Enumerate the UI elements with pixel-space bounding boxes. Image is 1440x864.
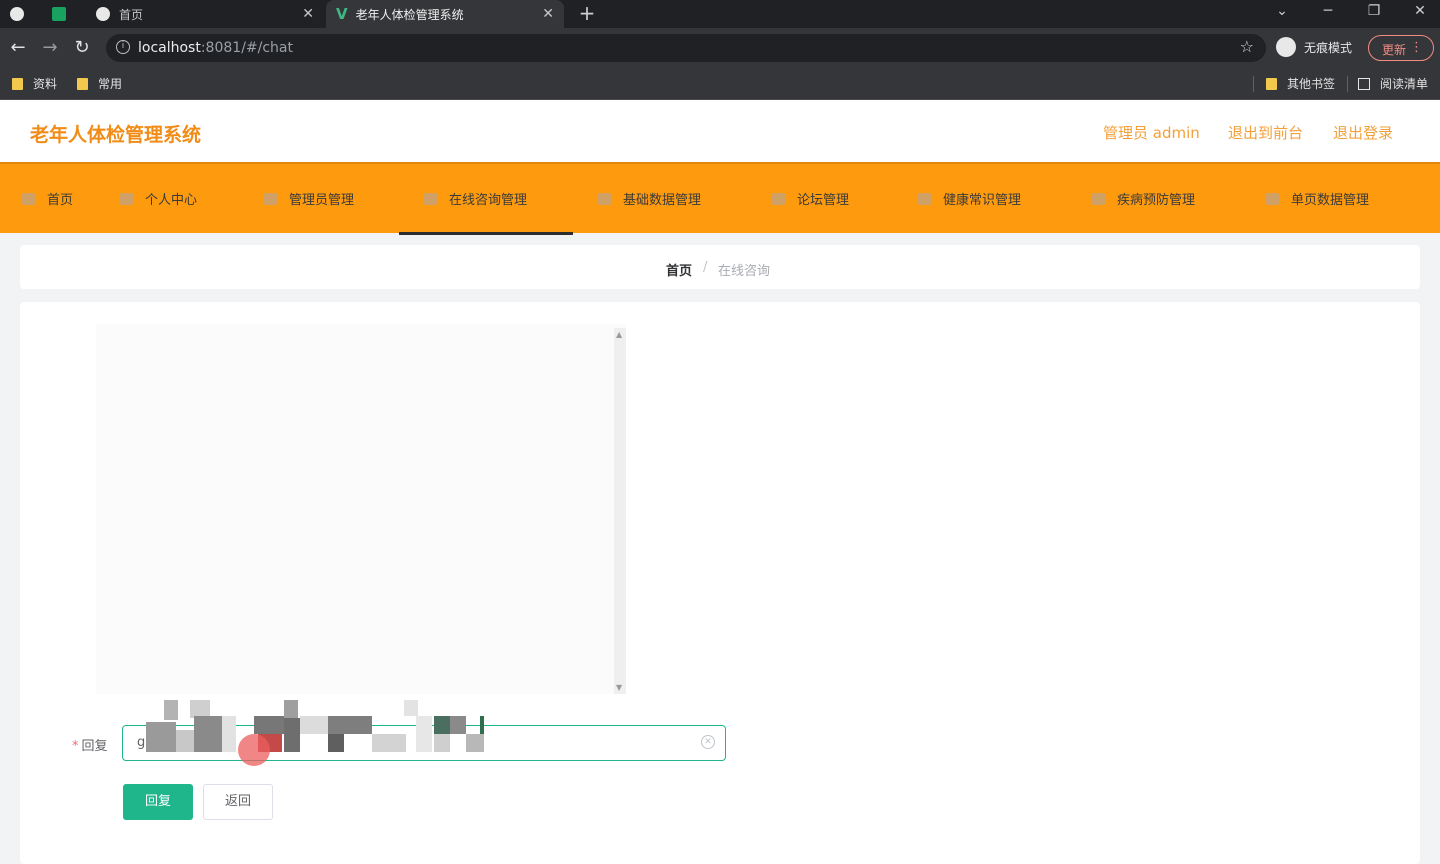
sheet-app-icon bbox=[52, 7, 66, 21]
chat-scrollbar[interactable]: ▲ ▼ bbox=[614, 328, 626, 694]
browser-menu-icon[interactable] bbox=[10, 0, 40, 28]
incognito-indicator[interactable]: 无痕模式 bbox=[1276, 37, 1352, 57]
bookmark-label: 资料 bbox=[33, 77, 58, 91]
menu-label: 管理员管理 bbox=[289, 193, 355, 208]
forward-arrow-icon[interactable]: → bbox=[40, 37, 60, 59]
url-text: localhost:8081/#/chat bbox=[138, 40, 293, 56]
ime-candidate-popup bbox=[146, 700, 484, 752]
menu-item-health-tips[interactable]: 健康常识管理 bbox=[918, 164, 1021, 233]
logout-link[interactable]: 退出登录 bbox=[1333, 122, 1393, 143]
reload-icon[interactable]: ↻ bbox=[72, 37, 92, 59]
bookmark-divider bbox=[1347, 76, 1348, 92]
tab-active[interactable]: V 老年人体检管理系统 ✕ bbox=[326, 0, 564, 28]
tab-search-icon[interactable]: ⌄ bbox=[1271, 3, 1293, 19]
bookmark-divider bbox=[1253, 76, 1254, 92]
bar-chart-icon bbox=[424, 192, 437, 205]
required-mark: * bbox=[72, 739, 79, 754]
incognito-icon bbox=[1276, 37, 1296, 57]
chat-message-area[interactable] bbox=[96, 324, 626, 694]
app-title: 老年人体检管理系统 bbox=[30, 124, 202, 146]
incognito-label: 无痕模式 bbox=[1304, 40, 1353, 55]
forum-icon bbox=[772, 192, 785, 205]
bookmarks-bar: 资料 常用 其他书签 阅读清单 bbox=[0, 68, 1440, 100]
menu-item-base-data[interactable]: 基础数据管理 bbox=[598, 164, 701, 233]
home-icon bbox=[22, 192, 35, 205]
reply-label-text: 回复 bbox=[81, 739, 108, 754]
scroll-down-arrow-icon[interactable]: ▼ bbox=[616, 683, 622, 692]
globe-icon bbox=[10, 7, 24, 21]
browser-tab-bar: 首页 ✕ V 老年人体检管理系统 ✕ + ⌄ ─ ❐ ✕ bbox=[0, 0, 1440, 28]
more-menu-icon[interactable]: ⋮ bbox=[1410, 40, 1423, 55]
mouse-cursor-indicator bbox=[238, 734, 270, 766]
breadcrumb-home[interactable]: 首页 bbox=[666, 260, 692, 279]
menu-label: 在线咨询管理 bbox=[449, 193, 528, 208]
breadcrumb: 首页 / 在线咨询 bbox=[20, 245, 1420, 289]
folder-icon bbox=[12, 77, 23, 90]
shield-icon bbox=[1092, 192, 1105, 205]
bookmark-folder[interactable]: 资料 bbox=[12, 75, 57, 92]
menu-item-page-data[interactable]: 单页数据管理 bbox=[1266, 164, 1369, 233]
main-nav-menu: 首页 个人中心 管理员管理 在线咨询管理 基础数据管理 论坛管理 健康常识管理 … bbox=[0, 162, 1440, 235]
bookmark-star-icon[interactable]: ☆ bbox=[1240, 37, 1254, 56]
menu-item-home[interactable]: 首页 bbox=[22, 164, 73, 233]
info-icon[interactable]: i bbox=[116, 40, 130, 54]
admin-user-link[interactable]: 管理员 admin bbox=[1103, 122, 1200, 143]
scroll-up-arrow-icon[interactable]: ▲ bbox=[616, 330, 622, 339]
pinned-tab[interactable] bbox=[52, 0, 80, 28]
new-tab-button[interactable]: + bbox=[576, 1, 598, 25]
menu-label: 单页数据管理 bbox=[1291, 193, 1370, 208]
close-icon[interactable]: ✕ bbox=[302, 6, 314, 22]
bookmark-folder[interactable]: 常用 bbox=[77, 75, 122, 92]
admin-icon bbox=[264, 192, 277, 205]
menu-label: 个人中心 bbox=[145, 193, 198, 208]
vue-logo-icon: V bbox=[336, 5, 348, 23]
menu-item-personal-center[interactable]: 个人中心 bbox=[120, 164, 197, 233]
folder-icon bbox=[77, 77, 88, 90]
menu-item-admin[interactable]: 管理员管理 bbox=[264, 164, 354, 233]
tab-home[interactable]: 首页 ✕ bbox=[84, 0, 324, 28]
exit-to-frontend-link[interactable]: 退出到前台 bbox=[1228, 122, 1303, 143]
user-icon bbox=[120, 192, 133, 205]
menu-label: 论坛管理 bbox=[797, 193, 850, 208]
back-button[interactable]: 返回 bbox=[203, 784, 273, 820]
chat-panel: ▲ ▼ *回复 ✕ 回复 返回 bbox=[20, 302, 1420, 864]
globe-icon bbox=[96, 7, 110, 21]
menu-item-consult[interactable]: 在线咨询管理 bbox=[399, 164, 573, 235]
bookmark-label: 其他书签 bbox=[1287, 77, 1336, 91]
tab-label: 首页 bbox=[119, 7, 144, 22]
close-icon[interactable]: ✕ bbox=[542, 6, 554, 22]
address-bar[interactable]: i localhost:8081/#/chat ☆ bbox=[106, 34, 1266, 62]
chat-icon bbox=[598, 192, 611, 205]
clear-input-icon[interactable]: ✕ bbox=[701, 735, 715, 749]
breadcrumb-current: 在线咨询 bbox=[718, 264, 771, 279]
back-arrow-icon[interactable]: ← bbox=[8, 37, 28, 59]
health-icon bbox=[918, 192, 931, 205]
update-button[interactable]: 更新 ⋮ bbox=[1368, 35, 1434, 61]
menu-label: 健康常识管理 bbox=[943, 193, 1022, 208]
window-close-button[interactable]: ✕ bbox=[1409, 3, 1431, 19]
menu-item-forum[interactable]: 论坛管理 bbox=[772, 164, 849, 233]
reply-field-label: * 回复 bbox=[72, 735, 108, 754]
menu-label: 疾病预防管理 bbox=[1117, 193, 1196, 208]
document-icon bbox=[1266, 192, 1279, 205]
update-label: 更新 bbox=[1382, 43, 1407, 57]
reading-list-icon bbox=[1358, 77, 1370, 90]
menu-item-disease-prevention[interactable]: 疾病预防管理 bbox=[1092, 164, 1195, 233]
restore-button[interactable]: ❐ bbox=[1363, 3, 1385, 19]
folder-icon bbox=[1266, 77, 1277, 90]
app-header: 老年人体检管理系统 管理员 admin 退出到前台 退出登录 bbox=[0, 100, 1440, 162]
bookmark-label: 常用 bbox=[98, 77, 123, 91]
menu-label: 基础数据管理 bbox=[623, 193, 702, 208]
minimize-button[interactable]: ─ bbox=[1317, 3, 1339, 19]
browser-toolbar: ← → ↻ i localhost:8081/#/chat ☆ 无痕模式 更新 … bbox=[0, 28, 1440, 68]
bookmark-label: 阅读清单 bbox=[1380, 77, 1429, 91]
tab-label: 老年人体检管理系统 bbox=[355, 7, 464, 22]
reading-list[interactable]: 阅读清单 bbox=[1358, 75, 1428, 92]
reply-submit-button[interactable]: 回复 bbox=[123, 784, 193, 820]
menu-label: 首页 bbox=[47, 193, 74, 208]
other-bookmarks[interactable]: 其他书签 bbox=[1266, 75, 1335, 92]
breadcrumb-separator: / bbox=[703, 260, 708, 275]
